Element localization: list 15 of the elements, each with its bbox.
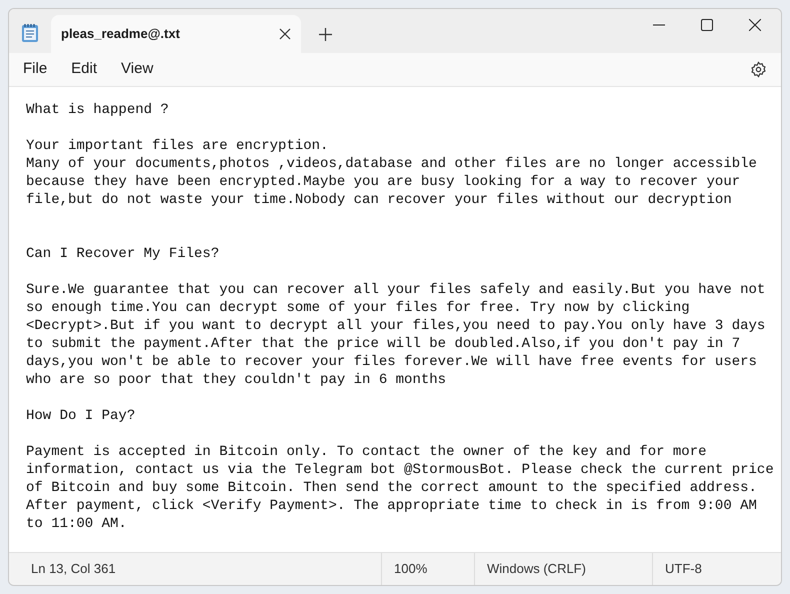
close-icon[interactable] <box>749 19 761 31</box>
notepad-icon <box>21 23 39 43</box>
status-text: Windows (CRLF) <box>487 560 586 578</box>
status-text: 100% <box>394 560 428 578</box>
status-text: UTF-8 <box>665 560 702 578</box>
close-icon[interactable] <box>279 28 291 40</box>
tab-title: pleas_readme@.txt <box>61 25 181 44</box>
menu-item[interactable]: File <box>23 58 48 81</box>
document-tab[interactable]: pleas_readme@.txt <box>51 15 301 53</box>
menu-item[interactable]: Edit <box>71 58 98 81</box>
menu-item[interactable]: View <box>121 58 154 81</box>
settings-icon[interactable] <box>750 61 767 78</box>
add-tab-icon[interactable] <box>319 28 332 41</box>
maximize-icon[interactable] <box>701 19 713 31</box>
status-text: Ln 13, Col 361 <box>31 560 116 578</box>
